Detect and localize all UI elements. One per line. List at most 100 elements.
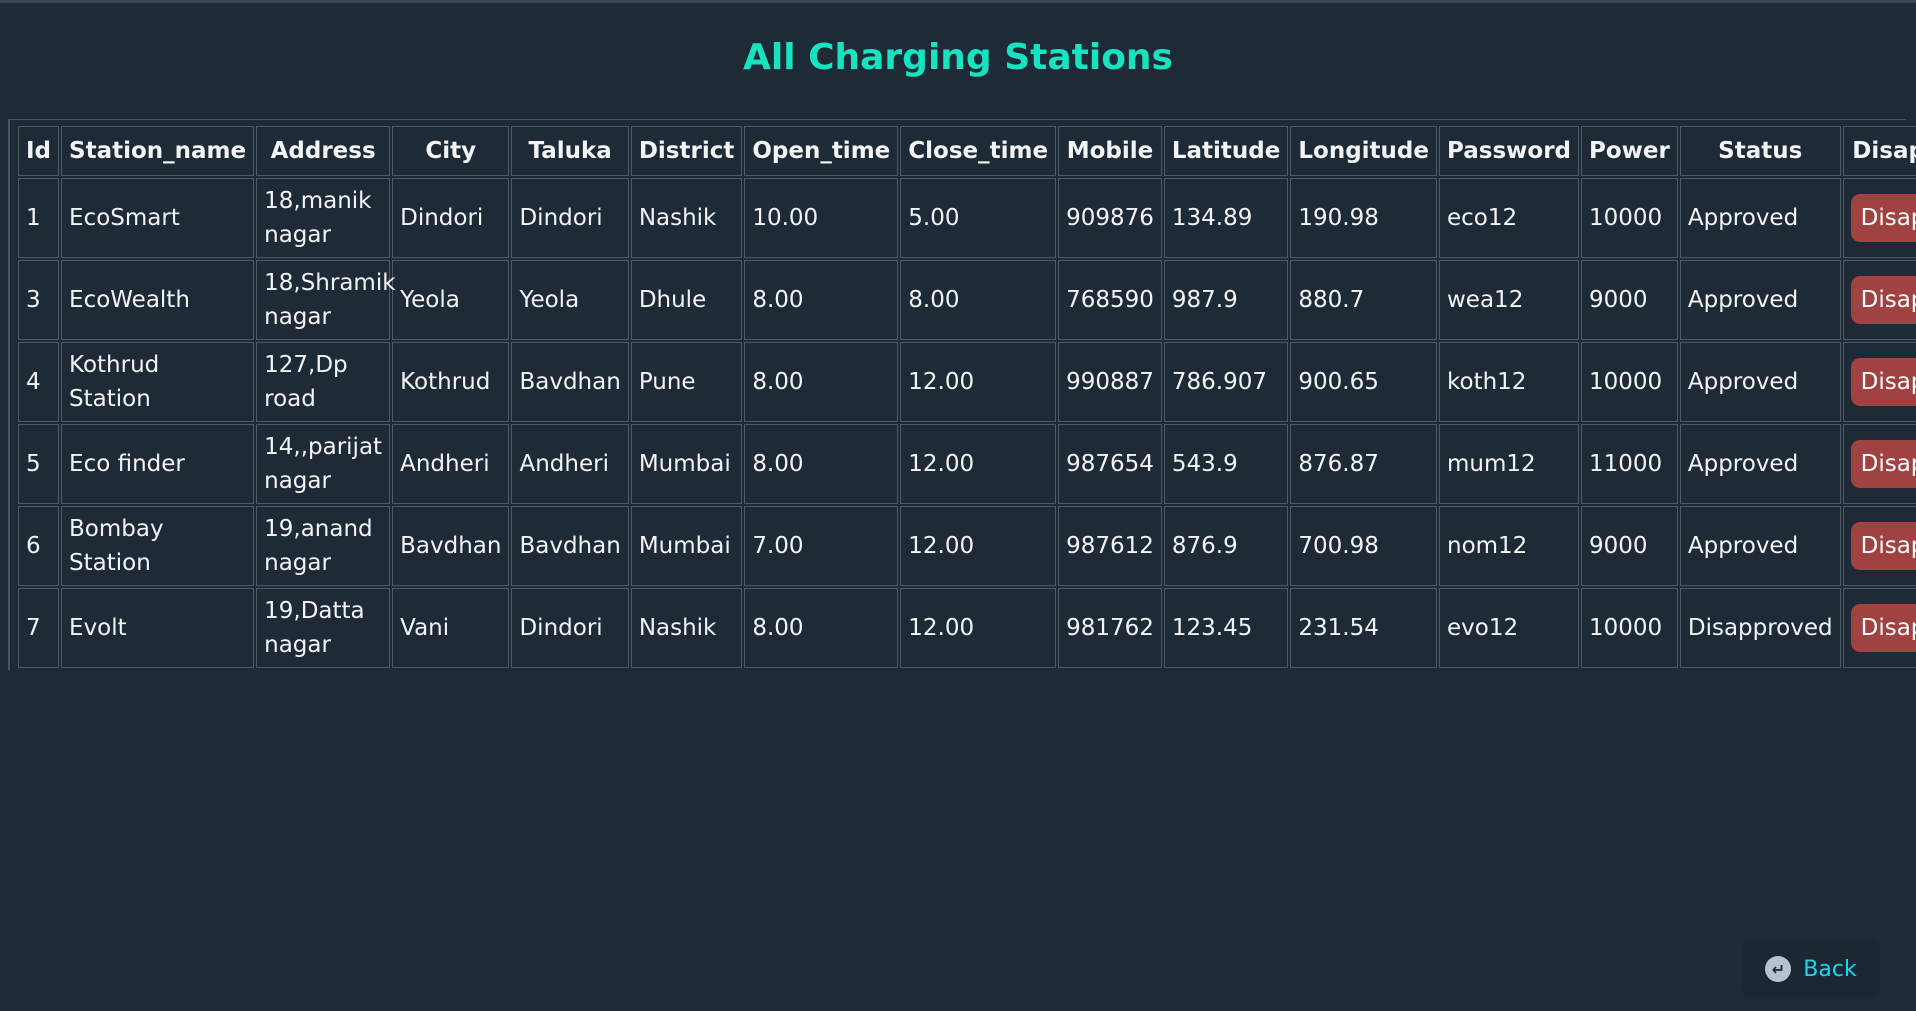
cell-station-name: Bombay Station — [61, 506, 255, 586]
cell-city: Yeola — [392, 260, 510, 340]
page-title: All Charging Stations — [743, 37, 1173, 78]
cell-mobile: 909876 — [1058, 178, 1162, 258]
cell-status: Approved — [1679, 260, 1841, 340]
cell-id: 6 — [18, 506, 60, 586]
table-header-row: Id Station_name Address City Taluka Dist… — [18, 126, 1916, 176]
disapprove-button[interactable]: Disapprove — [1850, 194, 1916, 242]
disapprove-button[interactable]: Disapprove — [1850, 440, 1916, 488]
cell-latitude: 987.9 — [1163, 260, 1289, 340]
cell-close-time: 5.00 — [900, 178, 1057, 258]
header-close-time: Close_time — [900, 126, 1057, 176]
header-password: Password — [1439, 126, 1579, 176]
header-longitude: Longitude — [1290, 126, 1437, 176]
cell-disapprove: Disapprove — [1842, 424, 1916, 504]
cell-address: 127,Dp road — [256, 342, 391, 422]
cell-close-time: 8.00 — [900, 260, 1057, 340]
cell-open-time: 10.00 — [744, 178, 899, 258]
cell-longitude: 876.87 — [1290, 424, 1437, 504]
disapprove-button[interactable]: Disapprove — [1850, 604, 1916, 652]
header-city: City — [392, 126, 510, 176]
cell-longitude: 700.98 — [1290, 506, 1437, 586]
cell-open-time: 8.00 — [744, 260, 899, 340]
back-button[interactable]: ↵ Back — [1742, 939, 1880, 999]
cell-mobile: 981762 — [1058, 588, 1162, 668]
cell-power: 10000 — [1581, 178, 1678, 258]
cell-station-name: EcoWealth — [61, 260, 255, 340]
cell-disapprove: Disapprove — [1842, 342, 1916, 422]
cell-disapprove: Disapprove — [1842, 178, 1916, 258]
cell-disapprove: Disapprove — [1842, 588, 1916, 668]
cell-open-time: 8.00 — [744, 588, 899, 668]
cell-taluka: Bavdhan — [511, 506, 629, 586]
cell-city: Andheri — [392, 424, 510, 504]
cell-power: 9000 — [1581, 260, 1678, 340]
cell-status: Approved — [1679, 178, 1841, 258]
cell-taluka: Yeola — [511, 260, 629, 340]
cell-id: 5 — [18, 424, 60, 504]
cell-open-time: 8.00 — [744, 342, 899, 422]
cell-district: Nashik — [630, 178, 743, 258]
cell-mobile: 768590 — [1058, 260, 1162, 340]
cell-city: Kothrud — [392, 342, 510, 422]
stations-table: Id Station_name Address City Taluka Dist… — [16, 124, 1916, 670]
cell-status: Disapproved — [1679, 588, 1841, 668]
cell-status: Approved — [1679, 424, 1841, 504]
table-row: 6 Bombay Station 19,anand nagar Bavdhan Bavd… — [18, 506, 1916, 586]
cell-latitude: 134.89 — [1163, 178, 1289, 258]
cell-district: Pune — [630, 342, 743, 422]
cell-district: Mumbai — [630, 424, 743, 504]
stations-table-body: 1 EcoSmart 18,manik nagar Dindori Dindori Nas… — [18, 178, 1916, 668]
header-id: Id — [18, 126, 60, 176]
table-row: 1 EcoSmart 18,manik nagar Dindori Dindori Nas… — [18, 178, 1916, 258]
cell-password: eco12 — [1439, 178, 1579, 258]
cell-longitude: 231.54 — [1290, 588, 1437, 668]
cell-station-name: EcoSmart — [61, 178, 255, 258]
disapprove-button[interactable]: Disapprove — [1850, 276, 1916, 324]
cell-id: 1 — [18, 178, 60, 258]
cell-district: Nashik — [630, 588, 743, 668]
table-row: 7 Evolt 19,Datta nagar Vani Dindori Nashik 8.0… — [18, 588, 1916, 668]
cell-open-time: 8.00 — [744, 424, 899, 504]
disapprove-button[interactable]: Disapprove — [1850, 522, 1916, 570]
header-latitude: Latitude — [1163, 126, 1289, 176]
cell-station-name: Evolt — [61, 588, 255, 668]
header-disapprove: Disapprove — [1842, 126, 1916, 176]
cell-longitude: 880.7 — [1290, 260, 1437, 340]
back-button-label: Back — [1803, 956, 1857, 982]
cell-address: 19,Datta nagar — [256, 588, 391, 668]
cell-power: 11000 — [1581, 424, 1678, 504]
cell-city: Bavdhan — [392, 506, 510, 586]
cell-station-name: Kothrud Station — [61, 342, 255, 422]
cell-city: Dindori — [392, 178, 510, 258]
header-station-name: Station_name — [61, 126, 255, 176]
cell-district: Mumbai — [630, 506, 743, 586]
table-row: 3 EcoWealth 18,Shramik nagar Yeola Yeola Dhul… — [18, 260, 1916, 340]
cell-longitude: 190.98 — [1290, 178, 1437, 258]
cell-power: 10000 — [1581, 588, 1678, 668]
cell-password: koth12 — [1439, 342, 1579, 422]
header-district: District — [630, 126, 743, 176]
cell-taluka: Dindori — [511, 588, 629, 668]
cell-taluka: Andheri — [511, 424, 629, 504]
cell-power: 9000 — [1581, 506, 1678, 586]
cell-status: Approved — [1679, 506, 1841, 586]
cell-mobile: 990887 — [1058, 342, 1162, 422]
cell-latitude: 123.45 — [1163, 588, 1289, 668]
cell-mobile: 987654 — [1058, 424, 1162, 504]
cell-district: Dhule — [630, 260, 743, 340]
cell-close-time: 12.00 — [900, 424, 1057, 504]
cell-disapprove: Disapprove — [1842, 506, 1916, 586]
cell-latitude: 786.907 — [1163, 342, 1289, 422]
cell-longitude: 900.65 — [1290, 342, 1437, 422]
cell-address: 18,Shramik nagar — [256, 260, 396, 340]
cell-id: 7 — [18, 588, 60, 668]
header-address: Address — [256, 126, 391, 176]
header-mobile: Mobile — [1058, 126, 1162, 176]
header-status: Status — [1679, 126, 1841, 176]
disapprove-button[interactable]: Disapprove — [1850, 358, 1916, 406]
cell-address: 14,,parijat nagar — [256, 424, 391, 504]
cell-address: 19,anand nagar — [256, 506, 391, 586]
header-taluka: Taluka — [511, 126, 629, 176]
stations-table-container: Id Station_name Address City Taluka Dist… — [8, 119, 1916, 670]
cell-disapprove: Disapprove — [1842, 260, 1916, 340]
